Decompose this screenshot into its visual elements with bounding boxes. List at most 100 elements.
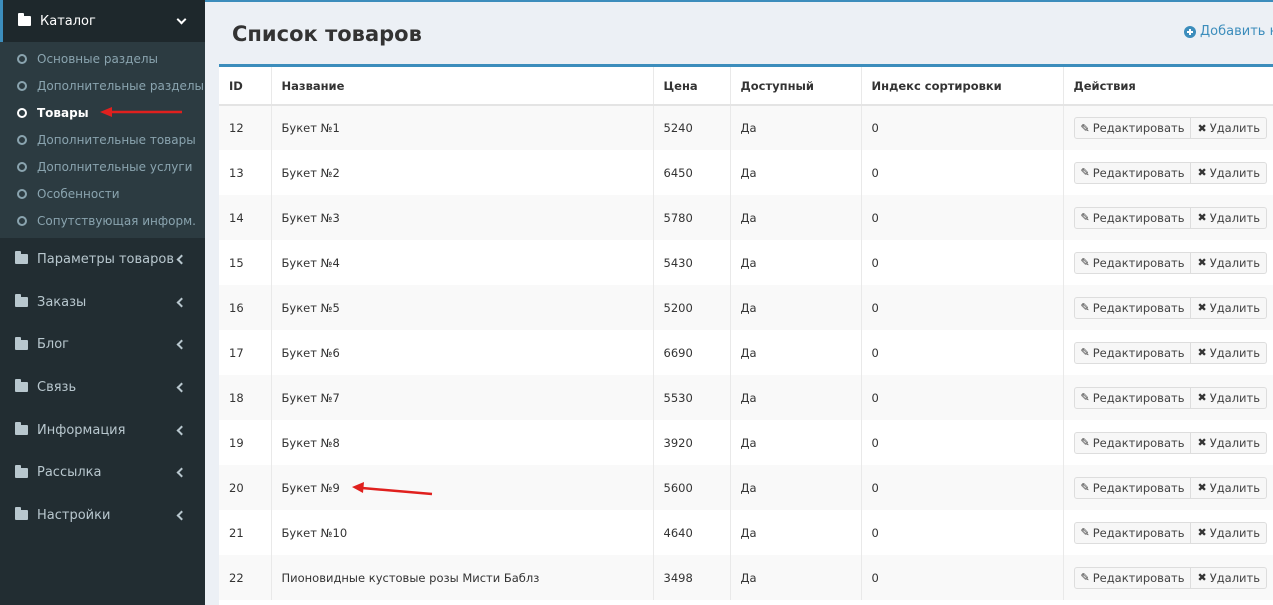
edit-button[interactable]: ✎ Редактировать (1073, 341, 1192, 364)
sidebar-menu-item[interactable]: Настройки (0, 494, 205, 537)
circle-icon (17, 215, 27, 226)
delete-button[interactable]: ✖ Удалить (1191, 341, 1268, 364)
catalog-subitem[interactable]: Сопутствующая информ. (0, 207, 205, 234)
sidebar-menu-item[interactable]: Связь (0, 366, 205, 409)
close-icon: ✖ (1197, 301, 1207, 314)
chevron-left-icon (176, 339, 187, 350)
edit-label: Редактировать (1092, 165, 1185, 180)
cell-actions: ✎ Редактировать ✖ Удалить (1063, 285, 1273, 330)
sidebar: Каталог Основные разделы Дополнительные р… (0, 0, 205, 605)
delete-button[interactable]: ✖ Удалить (1191, 521, 1268, 544)
edit-label: Редактировать (1092, 255, 1185, 270)
pencil-icon: ✎ (1080, 211, 1090, 224)
sidebar-menu-label: Заказы (37, 294, 87, 310)
cell-sort-index: 0 (861, 195, 1064, 240)
delete-button[interactable]: ✖ Удалить (1191, 117, 1268, 139)
cell-sort-index: 0 (861, 285, 1064, 330)
circle-icon (17, 107, 27, 118)
chevron-left-icon (176, 254, 187, 265)
circle-icon (17, 53, 27, 64)
delete-button[interactable]: ✖ Удалить (1191, 251, 1268, 274)
edit-button[interactable]: ✎ Редактировать (1073, 386, 1192, 409)
edit-button[interactable]: ✎ Редактировать (1073, 251, 1192, 274)
folder-icon (15, 422, 28, 436)
add-product-label: Добавить но (1200, 24, 1273, 39)
folder-icon (15, 294, 28, 308)
delete-label: Удалить (1209, 345, 1261, 360)
sidebar-menu-label: Параметры товаров (37, 251, 175, 267)
edit-button[interactable]: ✎ Редактировать (1073, 117, 1192, 139)
cell-price: 5600 (653, 465, 731, 510)
column-header-available[interactable]: Доступный (730, 67, 862, 106)
catalog-subitem[interactable]: Дополнительные услуги (0, 153, 205, 180)
catalog-submenu: Основные разделы Дополнительные разделы То… (0, 42, 205, 238)
folder-icon (18, 13, 31, 26)
close-icon: ✖ (1197, 346, 1207, 359)
delete-button[interactable]: ✖ Удалить (1191, 566, 1268, 589)
cell-available: Да (730, 465, 862, 510)
cell-name: Букет №8 (271, 420, 654, 465)
add-product-link[interactable]: Добавить но (1184, 24, 1273, 39)
sidebar-menu-label: Информация (37, 422, 126, 438)
edit-button[interactable]: ✎ Редактировать (1073, 206, 1192, 229)
catalog-subitem[interactable]: Дополнительные товары (0, 126, 205, 153)
folder-icon (15, 464, 28, 478)
sidebar-menu-item[interactable]: Параметры товаров (0, 238, 205, 281)
edit-button[interactable]: ✎ Редактировать (1073, 296, 1192, 319)
edit-label: Редактировать (1092, 525, 1185, 540)
edit-button[interactable]: ✎ Редактировать (1073, 566, 1192, 589)
edit-label: Редактировать (1092, 435, 1185, 450)
cell-name: Пионовидные кустовые розы Мисти Баблз (271, 555, 654, 600)
delete-button[interactable]: ✖ Удалить (1191, 161, 1268, 184)
sidebar-menu-item[interactable]: Информация (0, 409, 205, 452)
cell-actions: ✎ Редактировать ✖ Удалить (1063, 240, 1273, 285)
sidebar-item-label: Каталог (40, 13, 96, 29)
edit-label: Редактировать (1092, 390, 1185, 405)
catalog-subitem[interactable]: Особенности (0, 180, 205, 207)
delete-label: Удалить (1209, 390, 1261, 405)
delete-button[interactable]: ✖ Удалить (1191, 296, 1268, 319)
edit-button[interactable]: ✎ Редактировать (1073, 431, 1192, 454)
cell-sort-index: 0 (861, 375, 1064, 420)
chevron-down-icon (176, 14, 187, 24)
cell-id: 21 (219, 510, 272, 555)
cell-available: Да (730, 420, 862, 465)
catalog-subitem[interactable]: Основные разделы (0, 45, 205, 72)
products-box: ID Название Цена Доступный Индекс сортир… (219, 64, 1273, 605)
delete-button[interactable]: ✖ Удалить (1191, 476, 1268, 499)
pencil-icon: ✎ (1080, 391, 1090, 404)
sidebar-menu: Параметры товаров Заказы Блог Связь Информац… (0, 238, 205, 537)
cell-available: Да (730, 285, 862, 330)
cell-available: Да (730, 105, 862, 150)
sidebar-menu-item[interactable]: Блог (0, 323, 205, 366)
sidebar-menu-item[interactable]: Заказы (0, 281, 205, 324)
edit-button[interactable]: ✎ Редактировать (1073, 161, 1192, 184)
edit-button[interactable]: ✎ Редактировать (1073, 476, 1192, 499)
column-header-name[interactable]: Название (271, 67, 654, 106)
sidebar-item-catalog[interactable]: Каталог (0, 0, 205, 42)
sidebar-menu-item[interactable]: Рассылка (0, 451, 205, 494)
catalog-subitem-label: Основные разделы (37, 51, 158, 66)
catalog-subitem[interactable]: Дополнительные разделы (0, 72, 205, 99)
table-row: 15 Букет №4 5430 Да 0 ✎ Редактировать ✖ Удалить (219, 240, 1273, 285)
sidebar-menu-label: Настройки (37, 507, 111, 523)
plus-circle-icon (1184, 25, 1196, 38)
cell-price: 5530 (653, 375, 731, 420)
delete-button[interactable]: ✖ Удалить (1191, 206, 1268, 229)
column-header-id[interactable]: ID (219, 67, 272, 106)
column-header-sort-index[interactable]: Индекс сортировки (861, 67, 1064, 106)
annotation-arrow-sidebar (100, 107, 182, 117)
column-header-price[interactable]: Цена (653, 67, 731, 106)
circle-icon (17, 161, 27, 172)
chevron-left-icon (176, 297, 187, 307)
pencil-icon: ✎ (1080, 301, 1090, 314)
cell-price: 4640 (653, 510, 731, 555)
close-icon: ✖ (1197, 121, 1207, 135)
cell-actions: ✎ Редактировать ✖ Удалить (1063, 195, 1273, 240)
products-table: ID Название Цена Доступный Индекс сортир… (219, 67, 1273, 600)
edit-button[interactable]: ✎ Редактировать (1073, 521, 1192, 544)
cell-actions: ✎ Редактировать ✖ Удалить (1063, 150, 1273, 195)
delete-button[interactable]: ✖ Удалить (1191, 386, 1268, 409)
delete-button[interactable]: ✖ Удалить (1191, 431, 1268, 454)
close-icon: ✖ (1197, 166, 1207, 179)
